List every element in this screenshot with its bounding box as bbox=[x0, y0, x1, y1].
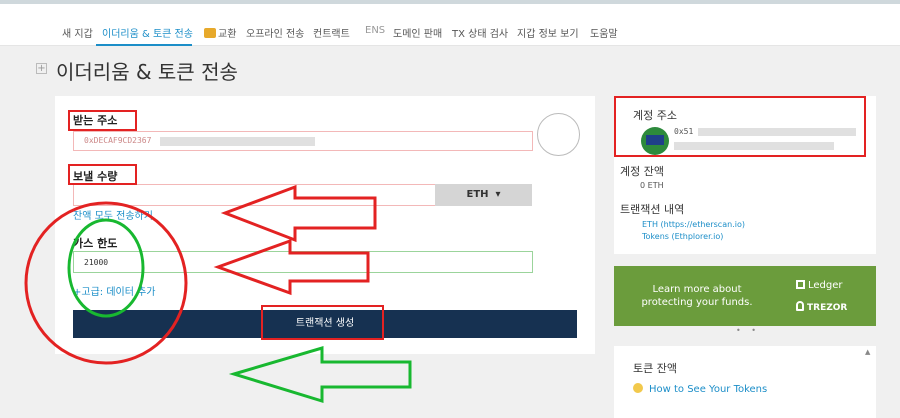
annotation-green-arrow bbox=[228, 345, 412, 404]
nav-view-wallet-info[interactable]: 지갑 정보 보기 bbox=[517, 25, 579, 40]
to-address-value: 0xDECAF9CD2367 bbox=[84, 136, 152, 145]
gas-limit-value: 21000 bbox=[84, 258, 109, 267]
nav-tx-status[interactable]: TX 상태 검사 bbox=[452, 25, 508, 40]
carousel-dots[interactable]: • • bbox=[736, 326, 760, 335]
nav-new-wallet[interactable]: 새 지갑 bbox=[62, 25, 93, 40]
account-balance-label: 계정 잔액 bbox=[620, 165, 664, 178]
how-to-see-tokens-label: How to See Your Tokens bbox=[649, 384, 768, 395]
lightbulb-icon bbox=[633, 383, 643, 393]
banner-text-line1: Learn more about bbox=[652, 284, 742, 295]
scroll-up-icon[interactable]: ▲ bbox=[865, 348, 870, 356]
top-bar-edge bbox=[0, 0, 900, 4]
address-identicon bbox=[537, 113, 580, 156]
nav-active-underline bbox=[96, 44, 192, 46]
transaction-history-label: 트랜잭션 내역 bbox=[620, 203, 685, 216]
nav-contracts[interactable]: 컨트랙트 bbox=[313, 25, 350, 40]
chevron-down-icon: ▾ bbox=[495, 189, 501, 200]
swap-icon bbox=[204, 28, 216, 38]
nav-ens[interactable]: ENS bbox=[365, 25, 385, 36]
etherscan-link[interactable]: ETH (https://etherscan.io) bbox=[642, 220, 745, 229]
currency-dropdown[interactable]: ETH ▾ bbox=[435, 184, 532, 206]
amount-input[interactable] bbox=[73, 184, 437, 206]
account-balance-value: 0 ETH bbox=[640, 181, 664, 190]
trezor-label: TREZOR bbox=[807, 303, 848, 313]
token-balances-label: 토큰 잔액 bbox=[633, 362, 677, 375]
nav-domain-sale[interactable]: 도메인 판매 bbox=[393, 25, 442, 40]
expand-icon[interactable]: + bbox=[36, 63, 47, 74]
annotation-box-generate bbox=[261, 305, 384, 340]
annotation-box-account bbox=[614, 96, 866, 157]
nav-swap-label: 교환 bbox=[218, 29, 237, 40]
nav-offline-send[interactable]: 오프라인 전송 bbox=[246, 25, 304, 40]
ledger-logo: Ledger bbox=[796, 280, 843, 291]
gas-limit-label: 가스 한도 bbox=[73, 237, 118, 250]
how-to-see-tokens-link[interactable]: How to See Your Tokens bbox=[633, 383, 767, 395]
token-balances-card bbox=[614, 346, 876, 418]
redacted-address-bar bbox=[160, 137, 315, 146]
trezor-icon bbox=[796, 301, 804, 311]
nav-swap[interactable]: 교환 bbox=[204, 25, 236, 40]
nav-send-ether-tokens[interactable]: 이더리움 & 토큰 전송 bbox=[102, 25, 193, 40]
main-nav: 새 지갑 이더리움 & 토큰 전송 교환 오프라인 전송 컨트랙트 ENS 도메… bbox=[0, 18, 900, 46]
trezor-logo: TREZOR bbox=[796, 301, 847, 313]
banner-text-line2: protecting your funds. bbox=[641, 297, 753, 308]
advanced-add-data-link[interactable]: +고급: 데이터 추가 bbox=[73, 283, 156, 298]
page-title: 이더리움 & 토큰 전송 bbox=[56, 60, 238, 84]
ethplorer-link[interactable]: Tokens (Ethplorer.io) bbox=[642, 232, 723, 241]
banner-text: Learn more about protecting your funds. bbox=[632, 283, 762, 309]
nav-help[interactable]: 도움말 bbox=[590, 25, 618, 40]
top-bar bbox=[0, 0, 900, 18]
ledger-label: Ledger bbox=[808, 280, 843, 291]
annotation-box-to-address bbox=[68, 110, 137, 131]
currency-label: ETH bbox=[466, 189, 489, 200]
send-entire-balance-link[interactable]: 잔액 모두 전송하기 bbox=[73, 207, 153, 222]
gas-limit-input[interactable]: 21000 bbox=[73, 251, 533, 273]
annotation-box-amount bbox=[68, 164, 137, 185]
ledger-icon bbox=[796, 280, 805, 289]
